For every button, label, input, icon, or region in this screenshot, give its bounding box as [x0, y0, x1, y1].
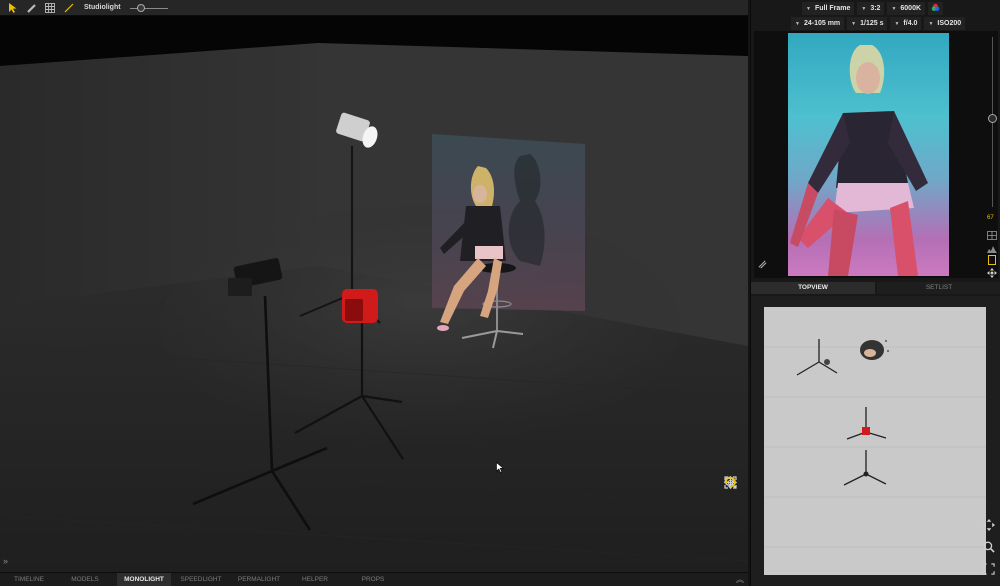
3d-viewport[interactable]: » [0, 16, 748, 572]
tab-monolight[interactable]: MONOLIGHT [117, 573, 171, 586]
studiolight-slider[interactable] [129, 3, 168, 13]
shutter-value: 1/125 s [860, 20, 884, 27]
chevron-down-icon: ▼ [851, 20, 857, 27]
focal-readout: 67 [987, 215, 994, 221]
chevron-down-icon: ▼ [894, 20, 900, 27]
chevron-down-icon: ▼ [861, 5, 867, 12]
lens-select[interactable]: ▼ 24-105 mm [791, 17, 845, 30]
studio-scene [0, 16, 748, 572]
tab-models[interactable]: MODELS [62, 573, 108, 586]
camera-move-icon[interactable] [987, 265, 997, 283]
pointer-arrow-icon[interactable] [6, 2, 18, 14]
studiolight-slider-knob[interactable] [137, 3, 146, 12]
aperture-value: f/4.0 [903, 20, 918, 27]
tab-helper[interactable]: HELPER [295, 573, 335, 586]
chevron-down-icon: ▼ [928, 20, 934, 27]
aspect-value: 3:2 [870, 5, 881, 12]
preview-photo [788, 33, 949, 276]
expand-panel-icon[interactable]: » [3, 556, 8, 566]
fit-frame-icon[interactable] [983, 562, 997, 580]
camera-panel: ▼ Full Frame ▼ 3:2 ▼ 6000K ▼ 24-105 mm ▼… [750, 0, 1000, 586]
topview-model[interactable] [860, 340, 889, 360]
chevron-down-icon: ▼ [806, 5, 811, 12]
zoom-icon[interactable] [983, 540, 997, 558]
ruler-icon[interactable] [25, 2, 37, 14]
collapse-up-icon[interactable]: ︽ [736, 573, 744, 586]
grid-icon[interactable] [44, 2, 56, 14]
set-a-light-app: Studiolight » TIMELINE MODELS MONOLIGHT … [0, 0, 1000, 586]
tab-timeline[interactable]: TIMELINE [6, 573, 52, 586]
chevron-down-icon: ▼ [891, 5, 897, 12]
color-settings-button[interactable] [928, 2, 944, 15]
shutter-select[interactable]: ▼ 1/125 s [847, 17, 888, 30]
camera-settings-row-1: ▼ Full Frame ▼ 3:2 ▼ 6000K [802, 2, 944, 15]
color-wheel-icon [931, 3, 940, 14]
reset-view-icon[interactable] [724, 476, 739, 566]
iso-select[interactable]: ▼ ISO200 [924, 17, 966, 30]
line-tool-icon[interactable] [63, 2, 75, 14]
aperture-select[interactable]: ▼ f/4.0 [890, 17, 922, 30]
topview-light-front[interactable] [843, 450, 887, 486]
camera-settings-icon[interactable] [758, 256, 767, 274]
studiolight-label: Studiolight [84, 4, 121, 11]
topview-map[interactable] [764, 307, 986, 575]
chevron-down-icon: ▼ [795, 20, 800, 27]
viewport-toolbar: Studiolight [0, 0, 748, 16]
pan-icon[interactable] [724, 476, 739, 509]
topview-light-back[interactable] [796, 339, 838, 376]
topview-light-red[interactable] [846, 407, 887, 440]
tab-speedlight[interactable]: SPEEDLIGHT [176, 573, 226, 586]
white-balance-value: 6000K [900, 5, 922, 12]
tab-setlist[interactable]: SETLIST [877, 282, 1000, 294]
tab-topview[interactable]: TOPVIEW [751, 282, 875, 294]
lens-value: 24-105 mm [803, 20, 841, 27]
aspect-select[interactable]: ▼ 3:2 [857, 2, 885, 15]
preview-side-tools: 67 [986, 31, 1000, 278]
fit-frame-icon[interactable] [724, 476, 739, 547]
topview-panel [751, 296, 1000, 586]
orbit-icon[interactable] [983, 518, 997, 536]
viewport-navigation-tools [724, 476, 740, 566]
zoom-slider-knob[interactable] [988, 113, 997, 123]
camera-preview [754, 31, 998, 278]
sensor-value: Full Frame [814, 5, 851, 12]
camera-settings-row-2: ▼ 24-105 mm ▼ 1/125 s ▼ f/4.0 ▼ ISO200 [791, 17, 966, 30]
zoom-icon[interactable] [724, 476, 739, 528]
iso-value: ISO200 [937, 20, 962, 27]
sensor-select[interactable]: ▼ Full Frame [802, 2, 855, 15]
tab-props[interactable]: PROPS [355, 573, 391, 586]
panel-tab-bar: TOPVIEW SETLIST [751, 282, 1000, 294]
bottom-tab-bar: TIMELINE MODELS MONOLIGHT SPEEDLIGHT PER… [0, 572, 748, 586]
tab-permalight[interactable]: PERMALIGHT [232, 573, 286, 586]
white-balance-select[interactable]: ▼ 6000K [887, 2, 926, 15]
studiolight-slider-track [129, 7, 168, 9]
topview-navigation-tools [983, 518, 997, 580]
